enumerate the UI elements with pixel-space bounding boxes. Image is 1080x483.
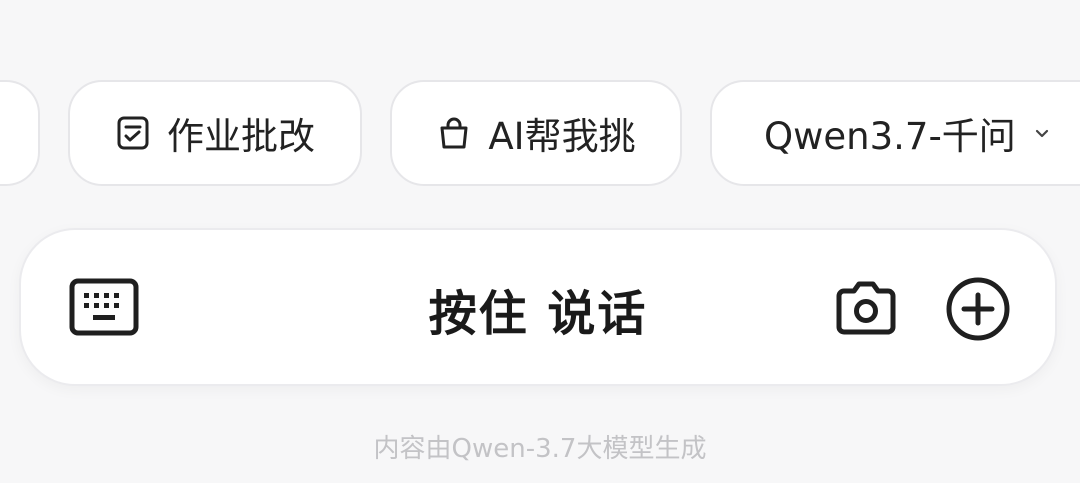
model-selector[interactable]: Qwen3.7-千问 (710, 80, 1080, 186)
suggestion-chip-partial[interactable] (0, 80, 40, 186)
plus-circle-icon (946, 277, 1010, 341)
chevron-down-icon (1034, 125, 1050, 141)
add-attachment-button[interactable] (945, 276, 1011, 342)
ai-pick-label: AI帮我挑 (488, 115, 636, 158)
voice-input-bar: 按住 说话 (19, 228, 1057, 386)
ai-pick-chip[interactable]: AI帮我挑 (390, 80, 682, 186)
homework-check-icon (115, 115, 151, 151)
keyboard-toggle-button[interactable] (69, 276, 139, 338)
chat-input-area: 作业批改 AI帮我挑 Qwen3.7-千问 按住 说话 内容由Qwen-3.7大… (0, 0, 1080, 483)
ai-generated-disclaimer: 内容由Qwen-3.7大模型生成 (373, 434, 707, 464)
model-selector-label: Qwen3.7-千问 (764, 115, 1016, 158)
camera-icon (836, 281, 896, 335)
keyboard-icon (69, 278, 139, 336)
hold-to-talk-button[interactable]: 按住 说话 (429, 274, 648, 344)
homework-check-chip[interactable]: 作业批改 (68, 80, 362, 186)
camera-button[interactable] (833, 278, 899, 338)
hold-to-talk-area: 按住 说话 (21, 230, 1055, 388)
shopping-bag-icon (436, 115, 472, 151)
homework-check-label: 作业批改 (167, 115, 315, 158)
